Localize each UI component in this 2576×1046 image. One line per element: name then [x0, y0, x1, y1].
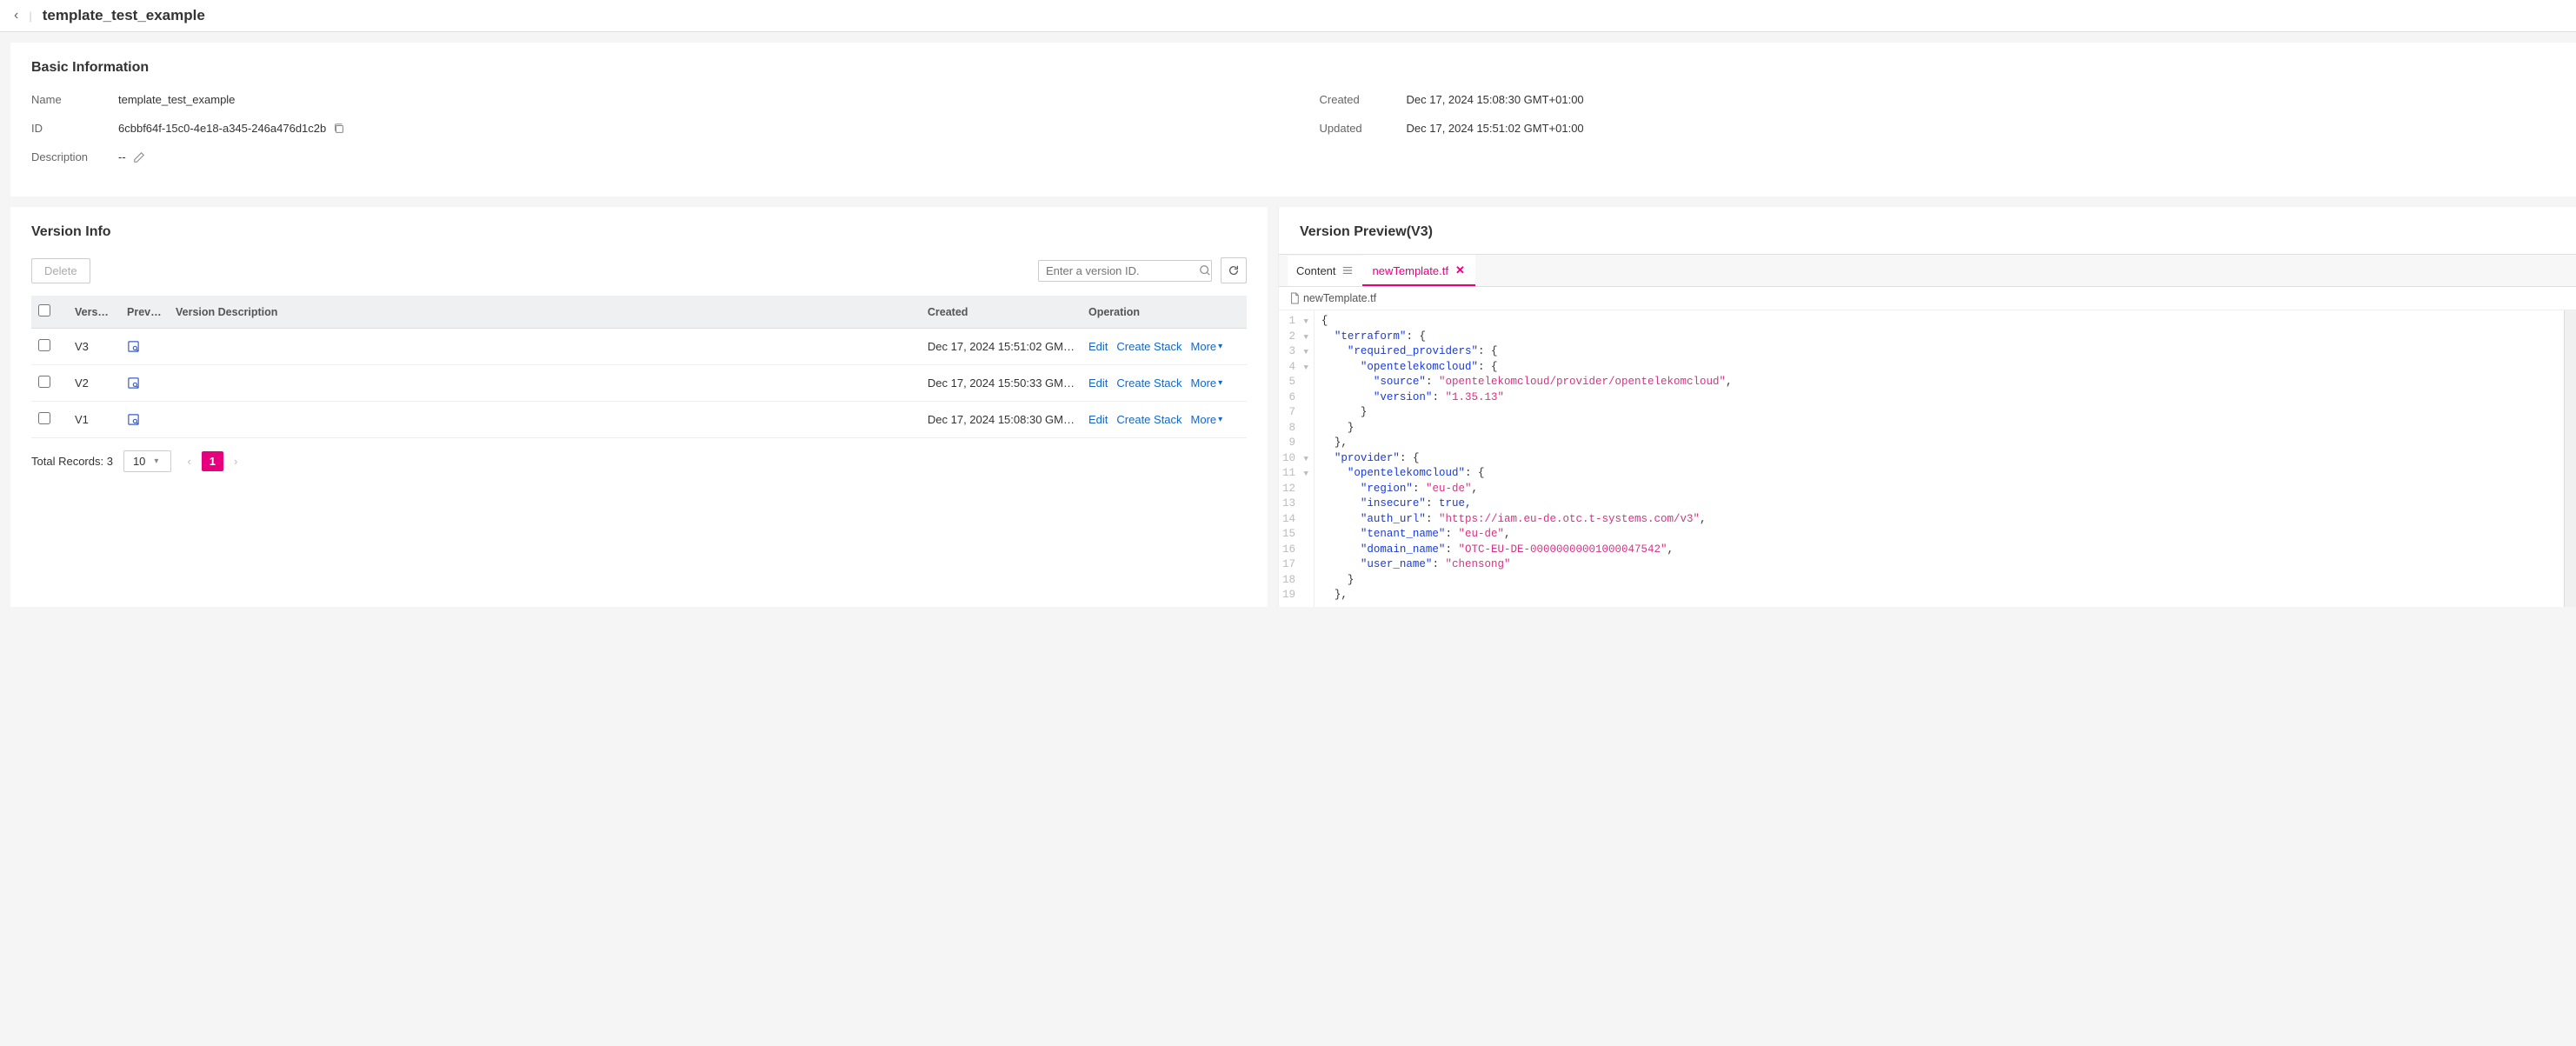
col-preview: Prev… — [120, 296, 169, 329]
create-stack-link[interactable]: Create Stack — [1116, 413, 1181, 426]
create-stack-link[interactable]: Create Stack — [1116, 376, 1181, 390]
pagination: Total Records: 3 10 ▾ ‹ 1 › — [31, 450, 1247, 472]
basic-info-panel: Basic Information Name template_test_exa… — [10, 43, 2576, 197]
file-path-row: newTemplate.tf — [1279, 287, 2576, 310]
next-page-icon[interactable]: › — [229, 451, 243, 471]
prev-page-icon[interactable]: ‹ — [182, 451, 196, 471]
preview-icon[interactable] — [127, 413, 162, 426]
value-name: template_test_example — [118, 93, 235, 106]
cell-created: Dec 17, 2024 15:08:30 GM… — [921, 402, 1082, 438]
version-info-panel: Version Info Delete — [10, 207, 1268, 607]
label-updated: Updated — [1320, 122, 1407, 135]
chevron-down-icon: ▾ — [1218, 415, 1222, 424]
version-preview-title: Version Preview(V3) — [1279, 224, 2576, 254]
cell-version: V3 — [68, 329, 120, 365]
cell-created: Dec 17, 2024 15:51:02 GM… — [921, 329, 1082, 365]
cell-created: Dec 17, 2024 15:50:33 GM… — [921, 365, 1082, 402]
list-icon[interactable] — [1341, 265, 1354, 276]
value-updated: Dec 17, 2024 15:51:02 GMT+01:00 — [1407, 122, 1584, 135]
total-records: Total Records: 3 — [31, 455, 113, 468]
page-number[interactable]: 1 — [202, 451, 223, 471]
search-input[interactable] — [1046, 264, 1199, 277]
cell-desc — [169, 365, 921, 402]
chevron-down-icon: ▾ — [1218, 342, 1222, 351]
edit-icon[interactable] — [133, 151, 145, 163]
edit-link[interactable]: Edit — [1088, 413, 1108, 426]
version-table: Vers… Prev… Version Description Created … — [31, 296, 1247, 438]
document-icon — [1289, 292, 1300, 304]
scrollbar[interactable] — [2564, 310, 2576, 607]
row-checkbox[interactable] — [38, 412, 50, 424]
page-header: ‹ | template_test_example — [0, 0, 2576, 32]
chevron-down-icon: ▾ — [1218, 378, 1222, 388]
version-info-title: Version Info — [31, 224, 1247, 240]
col-created: Created — [921, 296, 1082, 329]
row-checkbox[interactable] — [38, 376, 50, 388]
page-title: template_test_example — [43, 7, 205, 24]
back-arrow-icon[interactable]: ‹ — [14, 8, 18, 23]
value-id: 6cbbf64f-15c0-4e18-a345-246a476d1c2b — [118, 122, 326, 135]
col-version: Vers… — [68, 296, 120, 329]
search-box[interactable] — [1038, 260, 1212, 282]
cell-version: V1 — [68, 402, 120, 438]
label-id: ID — [31, 122, 118, 135]
edit-link[interactable]: Edit — [1088, 340, 1108, 353]
edit-link[interactable]: Edit — [1088, 376, 1108, 390]
value-description: -- — [118, 150, 126, 163]
cell-version: V2 — [68, 365, 120, 402]
label-created: Created — [1320, 93, 1407, 106]
col-operation: Operation — [1082, 296, 1247, 329]
more-dropdown[interactable]: More ▾ — [1191, 413, 1223, 426]
more-dropdown[interactable]: More ▾ — [1191, 376, 1223, 390]
col-desc: Version Description — [169, 296, 921, 329]
table-row: V2 Dec 17, 2024 15:50:33 GM… Edit Create St… — [31, 365, 1247, 402]
page-size-select[interactable]: 10 ▾ — [123, 450, 172, 472]
create-stack-link[interactable]: Create Stack — [1116, 340, 1181, 353]
refresh-button[interactable] — [1221, 257, 1247, 283]
label-description: Description — [31, 150, 118, 163]
content-label: Content — [1288, 256, 1362, 286]
header-divider: | — [29, 10, 31, 23]
version-preview-panel: Version Preview(V3) Content newTemplate.… — [1278, 207, 2576, 607]
delete-button[interactable]: Delete — [31, 258, 90, 283]
code-editor[interactable]: 1 ▼2 ▼3 ▼4 ▼5 6 7 8 9 10 ▼11 ▼12 13 14 1… — [1279, 310, 2576, 607]
basic-info-title: Basic Information — [31, 60, 2555, 76]
cell-desc — [169, 402, 921, 438]
select-all-checkbox[interactable] — [38, 304, 50, 316]
preview-icon[interactable] — [127, 376, 162, 390]
more-dropdown[interactable]: More ▾ — [1191, 340, 1223, 353]
label-name: Name — [31, 93, 118, 106]
search-icon[interactable] — [1199, 264, 1211, 276]
close-tab-icon[interactable]: ✕ — [1455, 263, 1465, 277]
file-tab[interactable]: newTemplate.tf ✕ — [1362, 255, 1475, 286]
copy-icon[interactable] — [333, 123, 345, 135]
preview-icon[interactable] — [127, 340, 162, 353]
chevron-down-icon: ▾ — [154, 456, 158, 466]
table-row: V1 Dec 17, 2024 15:08:30 GM… Edit Create St… — [31, 402, 1247, 438]
value-created: Dec 17, 2024 15:08:30 GMT+01:00 — [1407, 93, 1584, 106]
row-checkbox[interactable] — [38, 339, 50, 351]
table-row: V3 Dec 17, 2024 15:51:02 GM… Edit Create St… — [31, 329, 1247, 365]
cell-desc — [169, 329, 921, 365]
